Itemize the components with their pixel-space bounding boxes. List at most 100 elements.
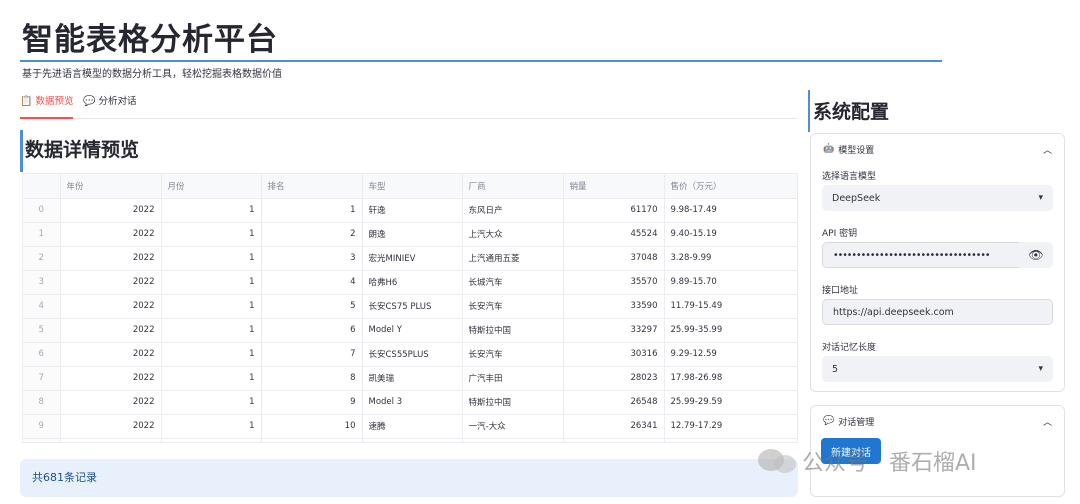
model-select-label: 选择语言模型 — [822, 172, 877, 182]
table-row[interactable]: 4 2022 1 5 长安CS75 PLUS 长安汽车 33590 11.79-15.49 — [23, 294, 797, 319]
endpoint-input[interactable]: https://api.deepseek.com — [822, 299, 1053, 325]
tab-data-preview[interactable]: 📋 数据预览 — [20, 96, 74, 119]
table-cell: 25.99-35.99 — [664, 318, 797, 343]
chevron-up-icon[interactable]: ︿ — [1043, 415, 1052, 428]
table-cell: 5 — [261, 294, 363, 319]
table-row[interactable]: 7 2022 1 8 凯美瑞 广汽丰田 28023 17.98-26.98 — [23, 366, 797, 391]
memory-length-select[interactable]: 5 ▾ — [822, 356, 1053, 382]
data-table[interactable]: 年份 月份 排名 车型 厂商 销量 售价（万元） 0 2022 1 1 轩逸 东风日产 61… — [22, 173, 798, 443]
table-cell: 7 — [261, 342, 363, 367]
table-row[interactable]: 1 2022 1 2 朗逸 上汽大众 45524 9.40-15.19 — [23, 222, 797, 247]
table-cell — [23, 438, 61, 442]
row-index-cell: 4 — [23, 294, 61, 319]
table-cell: 1 — [261, 198, 363, 223]
table-cell: 长安CS55PLUS — [362, 342, 463, 367]
table-cell: 2022 — [60, 390, 162, 415]
table-cell: 宏光MINIEV — [362, 246, 463, 271]
memory-length-label: 对话记忆长度 — [822, 343, 877, 353]
model-select[interactable]: DeepSeek ▾ — [822, 185, 1053, 211]
table-cell: Model Y — [362, 318, 463, 343]
api-key-label: API 密钥 — [822, 229, 858, 239]
table-cell: 长安汽车 — [462, 342, 564, 367]
table-cell: 特斯拉中国 — [462, 390, 564, 415]
column-header[interactable]: 销量 — [563, 174, 665, 199]
table-cell: 2 — [261, 222, 363, 247]
column-header[interactable]: 排名 — [261, 174, 363, 199]
table-cell: 2022 — [60, 246, 162, 271]
clipboard-icon: 📋 — [20, 96, 33, 107]
table-cell: 1 — [161, 390, 262, 415]
column-header[interactable]: 年份 — [60, 174, 162, 199]
table-row[interactable]: 2 2022 1 3 宏光MINIEV 上汽通用五菱 37048 3.28-9.99 — [23, 246, 797, 271]
title-divider — [20, 60, 942, 62]
table-cell: 9.89-15.70 — [664, 270, 797, 295]
table-cell: 61170 — [563, 198, 665, 223]
table-row[interactable]: 8 2022 1 9 Model 3 特斯拉中国 26548 25.99-29.59 — [23, 390, 797, 415]
table-cell: 2022 — [60, 294, 162, 319]
table-cell: 长安CS75 PLUS — [362, 294, 463, 319]
table-cell: 速腾 — [362, 414, 463, 439]
table-cell — [664, 438, 797, 442]
table-cell: 1 — [161, 342, 262, 367]
table-cell: 1 — [161, 318, 262, 343]
table-cell: 2022 — [60, 318, 162, 343]
table-cell: 广汽丰田 — [462, 366, 564, 391]
table-cell: 28023 — [563, 366, 665, 391]
tab-bar: 📋 数据预览 💬 分析对话 — [20, 96, 798, 119]
table-cell: 10 — [261, 414, 363, 439]
chevron-up-icon[interactable]: ︿ — [1043, 143, 1052, 156]
table-row[interactable]: 0 2022 1 1 轩逸 东风日产 61170 9.98-17.49 — [23, 198, 797, 223]
eye-icon[interactable]: 👁 — [1019, 242, 1053, 268]
sidebar-accent-bar — [808, 90, 810, 132]
table-cell: 8 — [261, 366, 363, 391]
column-header[interactable]: 月份 — [161, 174, 262, 199]
row-index-cell: 0 — [23, 198, 61, 223]
table-cell: 1 — [161, 222, 262, 247]
row-index-cell: 8 — [23, 390, 61, 415]
watermark: 公众号 · 番石榴AI — [758, 445, 977, 477]
table-row[interactable]: 5 2022 1 6 Model Y 特斯拉中国 33297 25.99-35.99 — [23, 318, 797, 343]
row-index-cell: 7 — [23, 366, 61, 391]
table-cell: 33590 — [563, 294, 665, 319]
table-cell: 17.98-26.98 — [664, 366, 797, 391]
table-cell — [261, 438, 363, 442]
table-cell: 9 — [261, 390, 363, 415]
table-cell: 一汽-大众 — [462, 414, 564, 439]
row-index-cell: 3 — [23, 270, 61, 295]
tab-analysis-chat[interactable]: 💬 分析对话 — [83, 96, 136, 119]
chevron-down-icon: ▾ — [1038, 193, 1043, 203]
table-cell — [462, 438, 564, 442]
table-cell: 26548 — [563, 390, 665, 415]
chat-management-header[interactable]: 💬 对话管理 ︿ — [811, 406, 1064, 436]
table-cell: 9.98-17.49 — [664, 198, 797, 223]
table-row[interactable]: 9 2022 1 10 速腾 一汽-大众 26341 12.79-17.29 — [23, 414, 797, 439]
table-cell: Model 3 — [362, 390, 463, 415]
table-cell: 2022 — [60, 414, 162, 439]
table-cell: 9.29-12.59 — [664, 342, 797, 367]
table-row[interactable]: 6 2022 1 7 长安CS55PLUS 长安汽车 30316 9.29-12.59 — [23, 342, 797, 367]
table-cell: 35570 — [563, 270, 665, 295]
chevron-down-icon: ▾ — [1038, 364, 1043, 374]
column-header[interactable]: 车型 — [362, 174, 463, 199]
model-settings-header[interactable]: 🤖 模型设置 ︿ — [811, 134, 1064, 164]
card-header-label: 对话管理 — [838, 417, 875, 428]
table-cell — [362, 438, 463, 442]
table-cell: 长安汽车 — [462, 294, 564, 319]
table-cell: 26341 — [563, 414, 665, 439]
column-header[interactable]: 厂商 — [462, 174, 564, 199]
table-cell: 哈弗H6 — [362, 270, 463, 295]
table-cell: 1 — [161, 246, 262, 271]
row-index-cell: 6 — [23, 342, 61, 367]
sidebar-title: 系统配置 — [813, 101, 890, 123]
table-row[interactable] — [23, 438, 797, 442]
table-cell: 45524 — [563, 222, 665, 247]
table-cell: 1 — [161, 294, 262, 319]
table-cell: 东风日产 — [462, 198, 564, 223]
page-title: 智能表格分析平台 — [22, 22, 278, 58]
column-header[interactable]: 售价（万元） — [664, 174, 797, 199]
table-row[interactable]: 3 2022 1 4 哈弗H6 长城汽车 35570 9.89-15.70 — [23, 270, 797, 295]
column-header[interactable] — [23, 174, 61, 199]
table-cell: 1 — [161, 198, 262, 223]
table-cell: 朗逸 — [362, 222, 463, 247]
api-key-input[interactable]: •••••••••••••••••••••••••••••••••• — [822, 242, 1020, 268]
